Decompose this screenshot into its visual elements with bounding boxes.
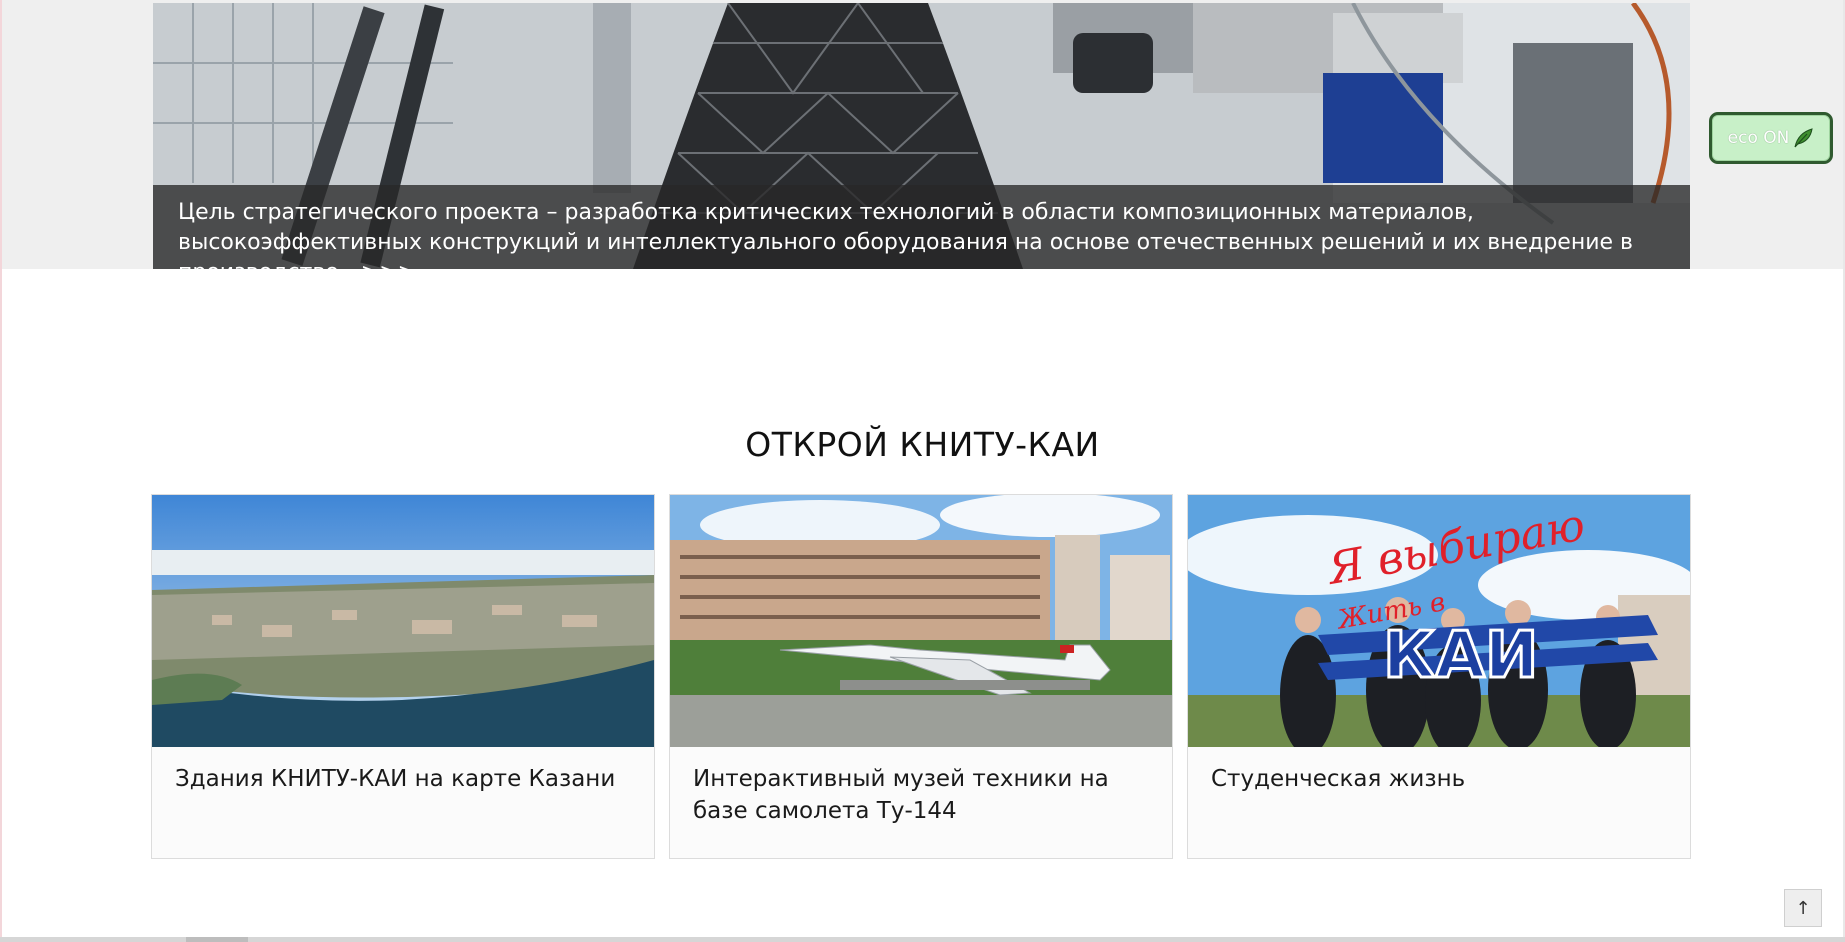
card-student-life-title[interactable]: Студенческая жизнь (1211, 763, 1661, 795)
scroll-to-top-button[interactable]: ↑ (1784, 889, 1822, 927)
card-museum[interactable]: Интерактивный музей техники на базе само… (669, 494, 1173, 859)
city-aerial-photo (152, 495, 654, 747)
student-life-photo: Я выбираю Жить в КАИ (1188, 495, 1690, 747)
page-edge-left (0, 0, 2, 942)
card-map[interactable]: Здания КНИТУ-КАИ на карте Казани (151, 494, 655, 859)
leaf-icon (1794, 128, 1813, 148)
card-map-image[interactable] (152, 495, 654, 747)
card-museum-title[interactable]: Интерактивный музей техники на базе само… (693, 763, 1143, 827)
scrollbar-thumb[interactable] (186, 937, 248, 942)
card-map-title[interactable]: Здания КНИТУ-КАИ на карте Казани (175, 763, 625, 795)
hero-caption[interactable]: Цель стратегического проекта – разработк… (153, 185, 1690, 269)
kai-logo: КАИ (1383, 619, 1538, 693)
section-title: ОТКРОЙ КНИТУ-КАИ (745, 425, 1100, 464)
card-museum-image[interactable] (670, 495, 1172, 747)
card-student-life-image[interactable]: Я выбираю Жить в КАИ (1188, 495, 1690, 747)
horizontal-scrollbar[interactable] (0, 937, 1845, 942)
tu144-plane-photo (670, 495, 1172, 747)
eco-mode-label: eco ON (1727, 128, 1790, 148)
card-student-life[interactable]: Я выбираю Жить в КАИ Студенческая жизнь (1187, 494, 1691, 859)
hero-banner[interactable]: Цель стратегического проекта – разработк… (153, 3, 1690, 269)
eco-mode-button[interactable]: eco ON (1709, 112, 1833, 164)
discover-cards: Здания КНИТУ-КАИ на карте Казани Интерак… (151, 494, 1691, 859)
